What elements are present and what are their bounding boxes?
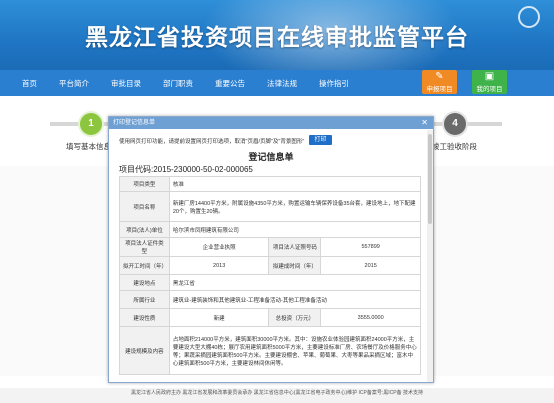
site-header: 黑龙江省投资项目在线审批监管平台 bbox=[0, 0, 554, 70]
registration-table: 项目类型 核准 项目名称 新建厂房14400平方米，附属设施4350平方米，购置… bbox=[119, 176, 422, 375]
project-code: 项目代码:2015-230000-50-02-000065 bbox=[119, 165, 253, 174]
close-icon[interactable]: ✕ bbox=[421, 117, 428, 129]
main-nav: 首页 平台简介 审批目录 部门职责 重要公告 法律法规 操作指引 bbox=[0, 70, 554, 96]
nav-item-duties[interactable]: 部门职责 bbox=[163, 78, 193, 89]
scrollbar-thumb[interactable] bbox=[428, 134, 432, 224]
investment-value: 3555.0000 bbox=[320, 308, 421, 327]
nav-item-guide[interactable]: 操作指引 bbox=[319, 78, 349, 89]
nav-item-intro[interactable]: 平台简介 bbox=[59, 78, 89, 89]
cert-no-value: 557899 bbox=[320, 237, 421, 257]
form-heading: 登记信息单 bbox=[248, 152, 294, 162]
nav-item-laws[interactable]: 法律法规 bbox=[267, 78, 297, 89]
nav-item-catalog[interactable]: 审批目录 bbox=[111, 78, 141, 89]
project-type-value: 核准 bbox=[168, 176, 422, 192]
apply-project-button[interactable]: ✎ 申报项目 bbox=[422, 70, 457, 94]
step-1-circle[interactable]: 1 bbox=[80, 113, 102, 135]
start-year-value: 2013 bbox=[168, 256, 270, 275]
step-4-circle[interactable]: 4 bbox=[444, 113, 466, 135]
end-year-label: 拟建成时间（年） bbox=[268, 256, 322, 275]
scale-label: 建设规模及内容 bbox=[119, 326, 170, 375]
apply-project-label: 申报项目 bbox=[426, 86, 453, 93]
print-button[interactable]: 打印 bbox=[309, 135, 332, 145]
end-year-value: 2015 bbox=[320, 256, 421, 275]
nav-item-notices[interactable]: 重要公告 bbox=[215, 78, 245, 89]
dialog-scrollbar[interactable] bbox=[427, 130, 433, 382]
footer-text: 黑龙江省人民政府主办 黑龙江省发展和改革委员会承办 黑龙江省信息中心(黑龙江省电… bbox=[131, 390, 423, 396]
dialog-body: 使用网页打印功能，请提前设置网页打印选项，取消"页眉/页脚"及"背景图形" 打印… bbox=[109, 130, 433, 382]
unit-label: 项目(法人)单位 bbox=[119, 221, 170, 238]
nav-item-home[interactable]: 首页 bbox=[22, 78, 37, 89]
project-name-value: 新建厂房14400平方米，附属设施4350平方米，购置运输车辆保养设备35台套，… bbox=[168, 191, 422, 222]
folder-icon: ▣ bbox=[484, 71, 495, 82]
dialog-title: 打印登记信息单 bbox=[113, 120, 156, 126]
site-title: 黑龙江省投资项目在线审批监管平台 bbox=[85, 24, 469, 50]
cert-type-value: 企业营业执照 bbox=[168, 237, 270, 257]
project-name-label: 项目名称 bbox=[119, 191, 170, 222]
nature-label: 建设性质 bbox=[119, 308, 170, 327]
print-dialog: 打印登记信息单 ✕ 使用网页打印功能，请提前设置网页打印选项，取消"页眉/页脚"… bbox=[108, 116, 434, 383]
start-year-label: 拟开工时间（年） bbox=[119, 256, 170, 275]
cert-no-label: 项目法人证照号码 bbox=[268, 237, 322, 257]
dialog-titlebar: 打印登记信息单 ✕ bbox=[109, 117, 433, 129]
edit-icon: ✎ bbox=[435, 71, 444, 82]
emblem-icon bbox=[518, 6, 540, 28]
location-label: 建设地点 bbox=[119, 274, 170, 291]
project-type-label: 项目类型 bbox=[119, 176, 170, 192]
unit-value: 哈尔滨市凤翔建筑有限公司 bbox=[168, 221, 422, 238]
scale-value: 占地面积214000平方米，建筑面积30000平方米。其中：设施农业体验园建筑面… bbox=[168, 326, 422, 375]
step-4-label: 竣工验收阶段 bbox=[432, 142, 477, 151]
cert-type-label: 项目法人证件类型 bbox=[119, 237, 170, 257]
my-projects-button[interactable]: ▣ 我的项目 bbox=[472, 70, 507, 94]
location-value: 黑龙江省 bbox=[168, 274, 422, 291]
print-tip: 使用网页打印功能，请提前设置网页打印选项，取消"页眉/页脚"及"背景图形" bbox=[119, 139, 305, 145]
investment-label: 总投资（万元） bbox=[268, 308, 322, 327]
step-1-label: 填写基本信息 bbox=[66, 142, 111, 151]
nature-value: 新建 bbox=[168, 308, 270, 327]
industry-value: 建筑业-建筑装饰和其他建筑业-工程准备活动-其他工程准备活动 bbox=[168, 290, 422, 309]
site-footer: 黑龙江省人民政府主办 黑龙江省发展和改革委员会承办 黑龙江省信息中心(黑龙江省电… bbox=[0, 388, 554, 403]
industry-label: 所属行业 bbox=[119, 290, 170, 309]
my-projects-label: 我的项目 bbox=[476, 86, 503, 93]
